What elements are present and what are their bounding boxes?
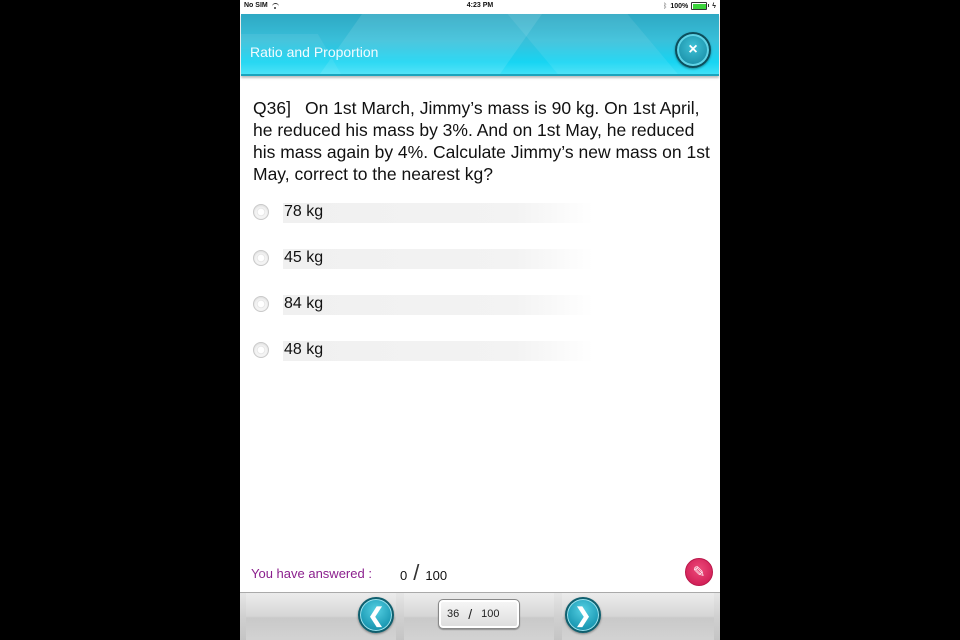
radio-button[interactable]: [253, 204, 269, 220]
status-bar: No SIM 4:23 PM ᛒ 100% ϟ: [240, 0, 720, 13]
next-question-button[interactable]: ❯: [565, 597, 601, 633]
radio-button[interactable]: [253, 250, 269, 266]
answered-total: 100: [425, 568, 448, 583]
answer-option[interactable]: 48 kg: [253, 338, 593, 384]
scribble-button[interactable]: ✎: [685, 558, 713, 586]
clock: 4:23 PM: [466, 2, 494, 9]
header-bar: Ratio and Proportion ×: [241, 14, 719, 76]
close-button[interactable]: ×: [675, 32, 711, 68]
total-pages: 100: [481, 608, 500, 620]
option-label: 48 kg: [284, 341, 324, 358]
page-separator: /: [468, 606, 473, 622]
chevron-left-icon: ❮: [367, 604, 385, 627]
battery-percent: 100%: [670, 2, 689, 10]
answered-value: 0: [400, 568, 408, 583]
answered-label: You have answered :: [251, 566, 372, 581]
question-text-block: Q36] On 1st March, Jimmy’s mass is 90 kg.…: [253, 97, 718, 185]
pen-icon: ✎: [692, 564, 706, 581]
question-text: On 1st March, Jimmy’s mass is 90 kg. On …: [253, 98, 710, 184]
chevron-right-icon: ❯: [574, 604, 592, 627]
bottom-toolbar: ❮ 36 / 100 ❯: [240, 592, 720, 640]
option-label: 45 kg: [284, 249, 324, 266]
question-number: Q36]: [253, 98, 291, 118]
battery-icon: [691, 2, 710, 10]
page-indicator[interactable]: 36 / 100: [438, 599, 520, 629]
bluetooth-icon: ᛒ: [663, 2, 668, 10]
option-label: 84 kg: [284, 295, 324, 312]
previous-question-button[interactable]: ❮: [358, 597, 394, 633]
answered-count: 0 / 100: [400, 560, 447, 586]
answer-option[interactable]: 45 kg: [253, 246, 593, 292]
close-icon: ×: [688, 41, 698, 58]
radio-button[interactable]: [253, 296, 269, 312]
answer-option[interactable]: 78 kg: [253, 200, 593, 246]
charging-icon: ϟ: [712, 2, 716, 10]
answered-separator: /: [413, 560, 420, 585]
page-title: Ratio and Proportion: [250, 44, 379, 60]
answer-option[interactable]: 84 kg: [253, 292, 593, 338]
answer-options: 78 kg 45 kg 84 kg 48 kg: [253, 200, 593, 384]
option-label: 78 kg: [284, 203, 324, 220]
current-page: 36: [447, 608, 460, 620]
app-screen: No SIM 4:23 PM ᛒ 100% ϟ Ratio and Propor…: [240, 0, 720, 640]
radio-button[interactable]: [253, 342, 269, 358]
